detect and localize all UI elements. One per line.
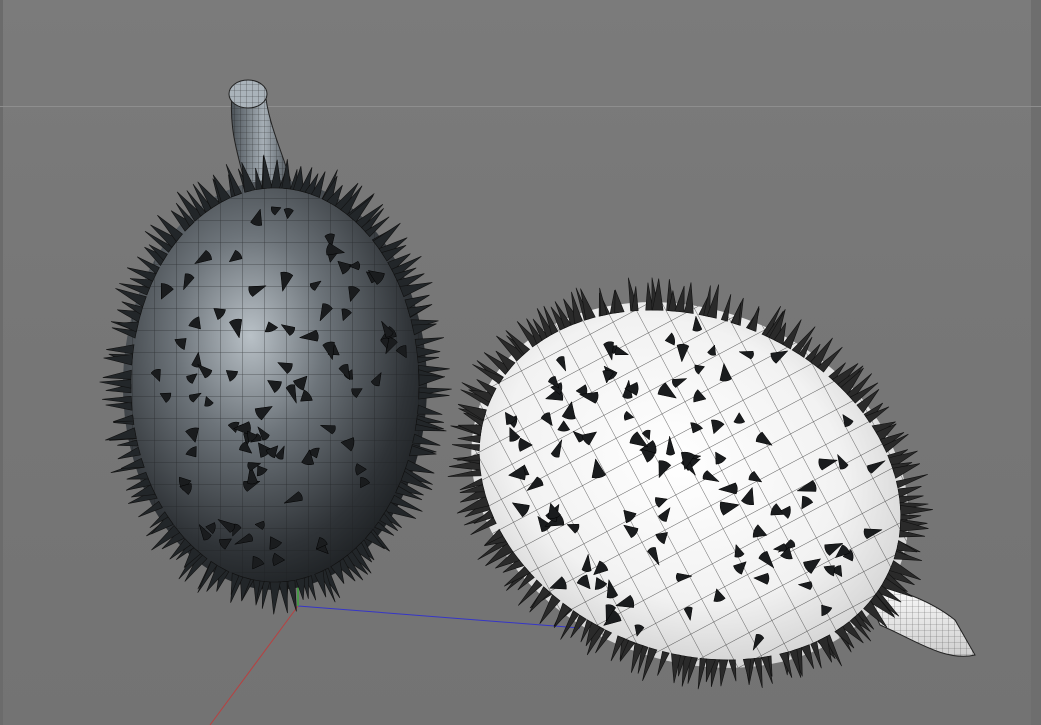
spike — [102, 369, 132, 380]
spike — [896, 540, 918, 553]
spike — [674, 285, 685, 313]
spike — [728, 659, 737, 682]
spike — [117, 439, 139, 447]
spike — [415, 346, 441, 358]
spike — [451, 444, 480, 452]
world-axes — [209, 583, 581, 725]
durian-lying[interactable] — [416, 238, 976, 725]
spike — [899, 505, 933, 516]
spike — [105, 427, 137, 441]
spike — [599, 287, 608, 317]
spike — [103, 354, 134, 366]
spike — [614, 289, 625, 314]
spike — [898, 495, 924, 504]
spike — [417, 404, 443, 415]
durian-upright[interactable] — [99, 79, 461, 620]
spike — [286, 579, 297, 612]
spike — [753, 657, 763, 688]
spike — [898, 530, 926, 538]
spike — [718, 659, 729, 687]
spike — [457, 434, 481, 444]
spike — [411, 323, 437, 336]
spike — [684, 282, 694, 314]
spike — [457, 453, 480, 461]
spike — [457, 424, 483, 436]
spike — [414, 337, 444, 347]
3d-viewport[interactable] — [0, 0, 1041, 725]
spike — [418, 391, 450, 400]
spike — [102, 395, 132, 404]
spike — [113, 414, 134, 422]
spike — [893, 550, 923, 561]
spike — [447, 469, 482, 477]
spike — [105, 401, 133, 411]
spike — [99, 379, 132, 389]
spike — [269, 581, 281, 615]
spike — [417, 356, 440, 364]
spike — [742, 658, 751, 681]
spike — [120, 457, 145, 469]
spike — [240, 575, 252, 602]
spike — [261, 580, 271, 609]
spike — [418, 374, 445, 387]
spike — [278, 581, 288, 614]
spike — [126, 471, 149, 480]
scene-canvas[interactable] — [0, 0, 1041, 725]
spike — [106, 344, 135, 355]
